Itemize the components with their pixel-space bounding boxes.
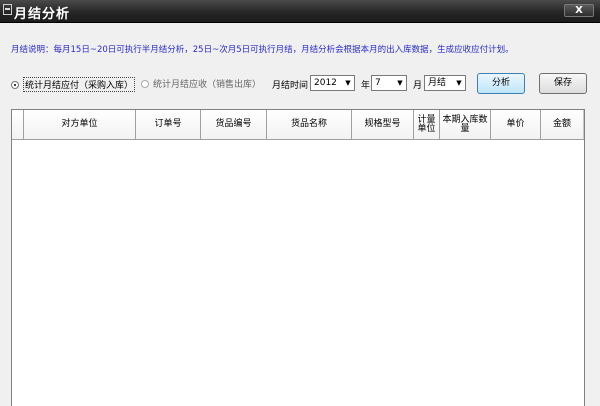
data-grid[interactable]: 对方单位 订单号 货品编号 货品名称 规格型号 计量单位 本期入库数量 单价 金… [11,109,585,406]
column-header[interactable]: 货品名称 [267,110,352,139]
analyze-button[interactable]: 分析 [477,73,525,94]
column-header[interactable]: 单价 [491,110,541,139]
window-title: 月结分析 [14,7,71,22]
period-label: 月结时间 [272,81,309,91]
close-button[interactable]: X [564,4,594,17]
year-unit-label: 年 [361,81,371,91]
column-header[interactable]: 规格型号 [352,110,414,139]
radio-receivable-label: 统计月结应收（销售出库） [153,80,262,90]
radio-payable-label: 统计月结应付（采购入库） [23,77,136,92]
month-select[interactable]: 7 ▼ [371,75,407,91]
chevron-down-icon: ▼ [456,79,462,87]
title-bar: 月结分析 X [0,0,600,23]
column-header[interactable]: 本期入库数量 [440,110,491,139]
chevron-down-icon: ▼ [397,79,403,87]
radio-receivable[interactable]: 统计月结应收（销售出库） [141,77,261,90]
column-header[interactable]: 货品编号 [201,110,267,139]
radio-dot-icon [11,80,19,89]
month-value: 7 [375,78,381,88]
period-type-select[interactable]: 月结 ▼ [424,75,466,91]
year-value: 2012 [314,78,337,88]
radio-dot-icon [141,79,149,88]
column-header[interactable]: 订单号 [136,110,201,139]
save-button[interactable]: 保存 [539,73,587,94]
grid-header: 对方单位 订单号 货品编号 货品名称 规格型号 计量单位 本期入库数量 单价 金… [12,110,584,140]
row-selector-header [12,110,24,139]
column-header[interactable]: 金额 [541,110,584,139]
column-header[interactable]: 计量单位 [414,110,440,139]
column-header[interactable]: 对方单位 [24,110,136,139]
year-select[interactable]: 2012 ▼ [310,75,355,91]
radio-payable[interactable]: 统计月结应付（采购入库） [11,77,136,92]
month-unit-label: 月 [413,81,423,91]
chevron-down-icon: ▼ [345,79,351,87]
instructions-text: 月结说明：每月15日~20日可执行半月结分析，25日~次月5日可执行月结，月结分… [11,45,514,55]
period-type-value: 月结 [428,78,447,88]
window-menu-icon[interactable] [3,4,12,15]
